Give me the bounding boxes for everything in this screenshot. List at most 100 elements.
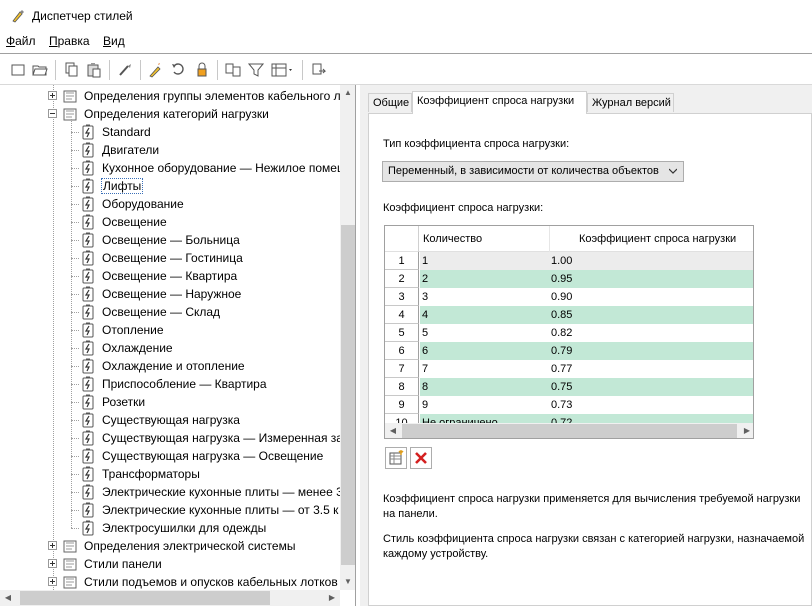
tree-label[interactable]: Электрические кухонные плиты — менее 3 xyxy=(102,485,343,499)
table-horizontal-scrollbar[interactable]: ◀ ▶ xyxy=(385,423,753,438)
tab-version-history[interactable]: Журнал версий xyxy=(587,93,674,112)
row-number[interactable]: 4 xyxy=(385,306,419,324)
quantity-cell[interactable]: 5 xyxy=(422,327,428,339)
tree-label[interactable]: Отопление xyxy=(102,323,164,337)
tree-leaf[interactable]: Охлаждение xyxy=(0,339,340,357)
tree-label[interactable]: Двигатели xyxy=(102,143,159,157)
factor-cell[interactable]: 0.90 xyxy=(551,291,572,303)
tree-label[interactable]: Оборудование xyxy=(102,197,184,211)
new-icon[interactable] xyxy=(8,60,28,80)
expand-icon[interactable] xyxy=(48,541,57,550)
edit-icon[interactable] xyxy=(146,60,166,80)
tree-leaf[interactable]: Освещение — Больница xyxy=(0,231,340,249)
tree-label[interactable]: Standard xyxy=(102,125,151,139)
tree-leaf[interactable]: Приспособление — Квартира xyxy=(0,375,340,393)
expand-icon[interactable] xyxy=(48,559,57,568)
tree-leaf[interactable]: Отопление xyxy=(0,321,340,339)
menu-view[interactable]: Вид xyxy=(103,34,125,48)
quantity-cell[interactable]: 1 xyxy=(422,255,428,267)
quantity-cell[interactable]: 2 xyxy=(422,273,428,285)
table-row[interactable]: 5 5 0.82 xyxy=(385,324,753,342)
expand-icon[interactable] xyxy=(48,91,57,100)
tree-leaf[interactable]: Электросушилки для одежды xyxy=(0,519,340,537)
tree-label[interactable]: Существующая нагрузка — Измеренная за xyxy=(102,431,343,445)
compare-icon[interactable] xyxy=(223,60,243,80)
tree-label[interactable]: Лифты xyxy=(100,178,144,194)
tree-label[interactable]: Существующая нагрузка — Освещение xyxy=(102,449,323,463)
column-header-quantity[interactable]: Количество xyxy=(423,233,482,245)
expand-icon[interactable] xyxy=(48,577,57,586)
tree-leaf[interactable]: Охлаждение и отопление xyxy=(0,357,340,375)
tree-horizontal-scrollbar[interactable]: ◀ ▶ xyxy=(0,590,340,606)
row-number[interactable]: 3 xyxy=(385,288,419,306)
row-number[interactable]: 8 xyxy=(385,378,419,396)
tree-leaf[interactable]: Лифты xyxy=(0,177,340,195)
tree-leaf[interactable]: Трансформаторы xyxy=(0,465,340,483)
tree-label[interactable]: Электросушилки для одежды xyxy=(102,521,266,535)
row-number[interactable]: 6 xyxy=(385,342,419,360)
quantity-cell[interactable]: 4 xyxy=(422,309,428,321)
open-icon[interactable] xyxy=(30,60,50,80)
scroll-thumb[interactable] xyxy=(402,424,737,438)
rename-icon[interactable] xyxy=(169,60,189,80)
tree-leaf[interactable]: Оборудование xyxy=(0,195,340,213)
factor-cell[interactable]: 0.85 xyxy=(551,309,572,321)
tree-vertical-scrollbar[interactable]: ▲ ▼ xyxy=(340,85,355,590)
tree-label[interactable]: Освещение — Наружное xyxy=(102,287,241,301)
tree-leaf[interactable]: Существующая нагрузка — Измеренная за xyxy=(0,429,343,447)
table-row[interactable]: 1 1 1.00 xyxy=(385,252,753,270)
purge-icon[interactable] xyxy=(115,60,135,80)
demand-factor-table[interactable]: Количество Коэффициент спроса нагрузки 1… xyxy=(384,225,754,439)
tree-leaf[interactable]: Кухонное оборудование — Нежилое помещени… xyxy=(0,159,355,177)
tree-label[interactable]: Освещение xyxy=(102,215,167,229)
scroll-right-icon[interactable]: ▶ xyxy=(739,423,753,438)
tree-label[interactable]: Существующая нагрузка xyxy=(102,413,240,427)
tree-node[interactable]: Определения группы элементов кабельного … xyxy=(0,87,355,105)
lock-icon[interactable] xyxy=(192,60,212,80)
tree-label[interactable]: Розетки xyxy=(102,395,145,409)
delete-row-button[interactable] xyxy=(410,447,432,469)
quantity-cell[interactable]: 8 xyxy=(422,381,428,393)
factor-cell[interactable]: 0.82 xyxy=(551,327,572,339)
view-icon[interactable] xyxy=(270,60,296,80)
menu-file[interactable]: Файл xyxy=(6,34,36,48)
style-tree[interactable]: Определения группы элементов кабельного … xyxy=(0,85,356,606)
tab-general[interactable]: Общие xyxy=(368,93,412,112)
tree-leaf[interactable]: Двигатели xyxy=(0,141,340,159)
tree-leaf[interactable]: Освещение xyxy=(0,213,340,231)
tree-leaf[interactable]: Электрические кухонные плиты — от 3.5 к xyxy=(0,501,340,519)
factor-cell[interactable]: 0.79 xyxy=(551,345,572,357)
tree-label[interactable]: Трансформаторы xyxy=(102,467,200,481)
tree-label[interactable]: Охлаждение и отопление xyxy=(102,359,245,373)
tree-leaf[interactable]: Освещение — Гостиница xyxy=(0,249,340,267)
row-number[interactable]: 2 xyxy=(385,270,419,288)
tree-label[interactable]: Электрические кухонные плиты — от 3.5 к xyxy=(102,503,338,517)
collapse-icon[interactable] xyxy=(48,109,57,118)
tree-node[interactable]: Определения категорий нагрузки xyxy=(0,105,340,123)
scroll-left-icon[interactable]: ◀ xyxy=(385,423,401,438)
tree-label[interactable]: Определения категорий нагрузки xyxy=(84,107,269,121)
factor-cell[interactable]: 0.73 xyxy=(551,399,572,411)
tree-node[interactable]: Стили панели xyxy=(0,555,340,573)
toggle-icon[interactable] xyxy=(309,60,329,80)
tree-label[interactable]: Освещение — Квартира xyxy=(102,269,237,283)
tree-label[interactable]: Освещение — Склад xyxy=(102,305,220,319)
row-number[interactable]: 7 xyxy=(385,360,419,378)
tree-label[interactable]: Стили панели xyxy=(84,557,162,571)
tree-leaf[interactable]: Электрические кухонные плиты — менее 3 xyxy=(0,483,343,501)
tree-label[interactable]: Приспособление — Квартира xyxy=(102,377,267,391)
factor-cell[interactable]: 0.95 xyxy=(551,273,572,285)
tree-label[interactable]: Определения группы элементов кабельного … xyxy=(84,89,355,103)
table-row[interactable]: 4 4 0.85 xyxy=(385,306,753,324)
tree-leaf[interactable]: Освещение — Квартира xyxy=(0,267,340,285)
tree-leaf[interactable]: Освещение — Наружное xyxy=(0,285,340,303)
menu-edit[interactable]: Правка xyxy=(49,34,90,48)
factor-cell[interactable]: 1.00 xyxy=(551,255,572,267)
copy-icon[interactable] xyxy=(61,60,81,80)
scroll-thumb[interactable] xyxy=(341,225,355,565)
tree-leaf[interactable]: Розетки xyxy=(0,393,340,411)
tree-leaf[interactable]: Существующая нагрузка — Освещение xyxy=(0,447,340,465)
add-row-button[interactable] xyxy=(385,447,407,469)
scroll-right-icon[interactable]: ▶ xyxy=(324,590,340,606)
quantity-cell[interactable]: 3 xyxy=(422,291,428,303)
